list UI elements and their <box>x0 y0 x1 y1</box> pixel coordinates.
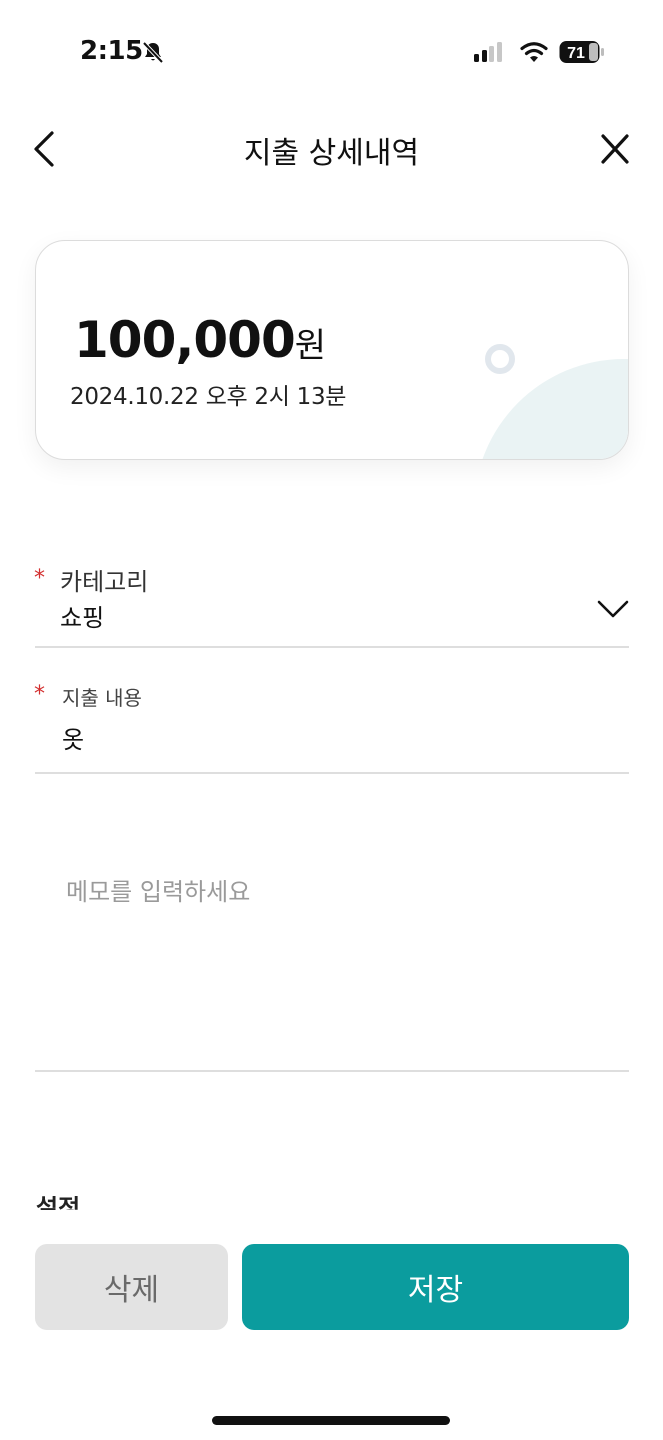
amount-value: 100,000 <box>74 311 296 369</box>
delete-button[interactable]: 삭제 <box>35 1244 228 1330</box>
expense-amount: 100,000원 <box>74 311 326 369</box>
cellular-signal-icon <box>474 42 504 62</box>
memo-underline <box>35 1070 629 1072</box>
battery-icon: 71 <box>559 41 604 63</box>
description-underline <box>35 772 629 774</box>
battery-level: 71 <box>567 45 585 62</box>
save-button[interactable]: 저장 <box>242 1244 629 1330</box>
status-time: 2:15 <box>80 36 143 66</box>
expense-summary-card: 100,000원 2024.10.22 오후 2시 13분 <box>35 240 629 460</box>
category-label: 카테고리 <box>60 568 149 596</box>
amount-unit: 원 <box>294 326 326 366</box>
card-decoration-ring <box>485 344 515 374</box>
next-section-label: 설정 <box>36 1196 81 1210</box>
description-required-mark: * <box>34 682 45 707</box>
memo-input[interactable]: 메모를 입력하세요 <box>66 872 250 907</box>
chevron-down-icon[interactable] <box>596 598 630 620</box>
page-title: 지출 상세내역 <box>243 136 420 171</box>
category-underline <box>35 646 629 648</box>
home-indicator[interactable] <box>212 1416 450 1425</box>
silent-bell-icon <box>142 41 164 64</box>
description-label: 지출 내용 <box>62 686 142 710</box>
expense-datetime: 2024.10.22 오후 2시 13분 <box>70 384 347 410</box>
description-input[interactable]: 옷 <box>62 720 84 755</box>
card-decoration-shape <box>474 359 628 459</box>
category-select[interactable]: 쇼핑 <box>60 598 104 633</box>
wifi-icon <box>520 42 548 62</box>
category-required-mark: * <box>34 566 45 591</box>
close-icon[interactable] <box>597 130 633 168</box>
